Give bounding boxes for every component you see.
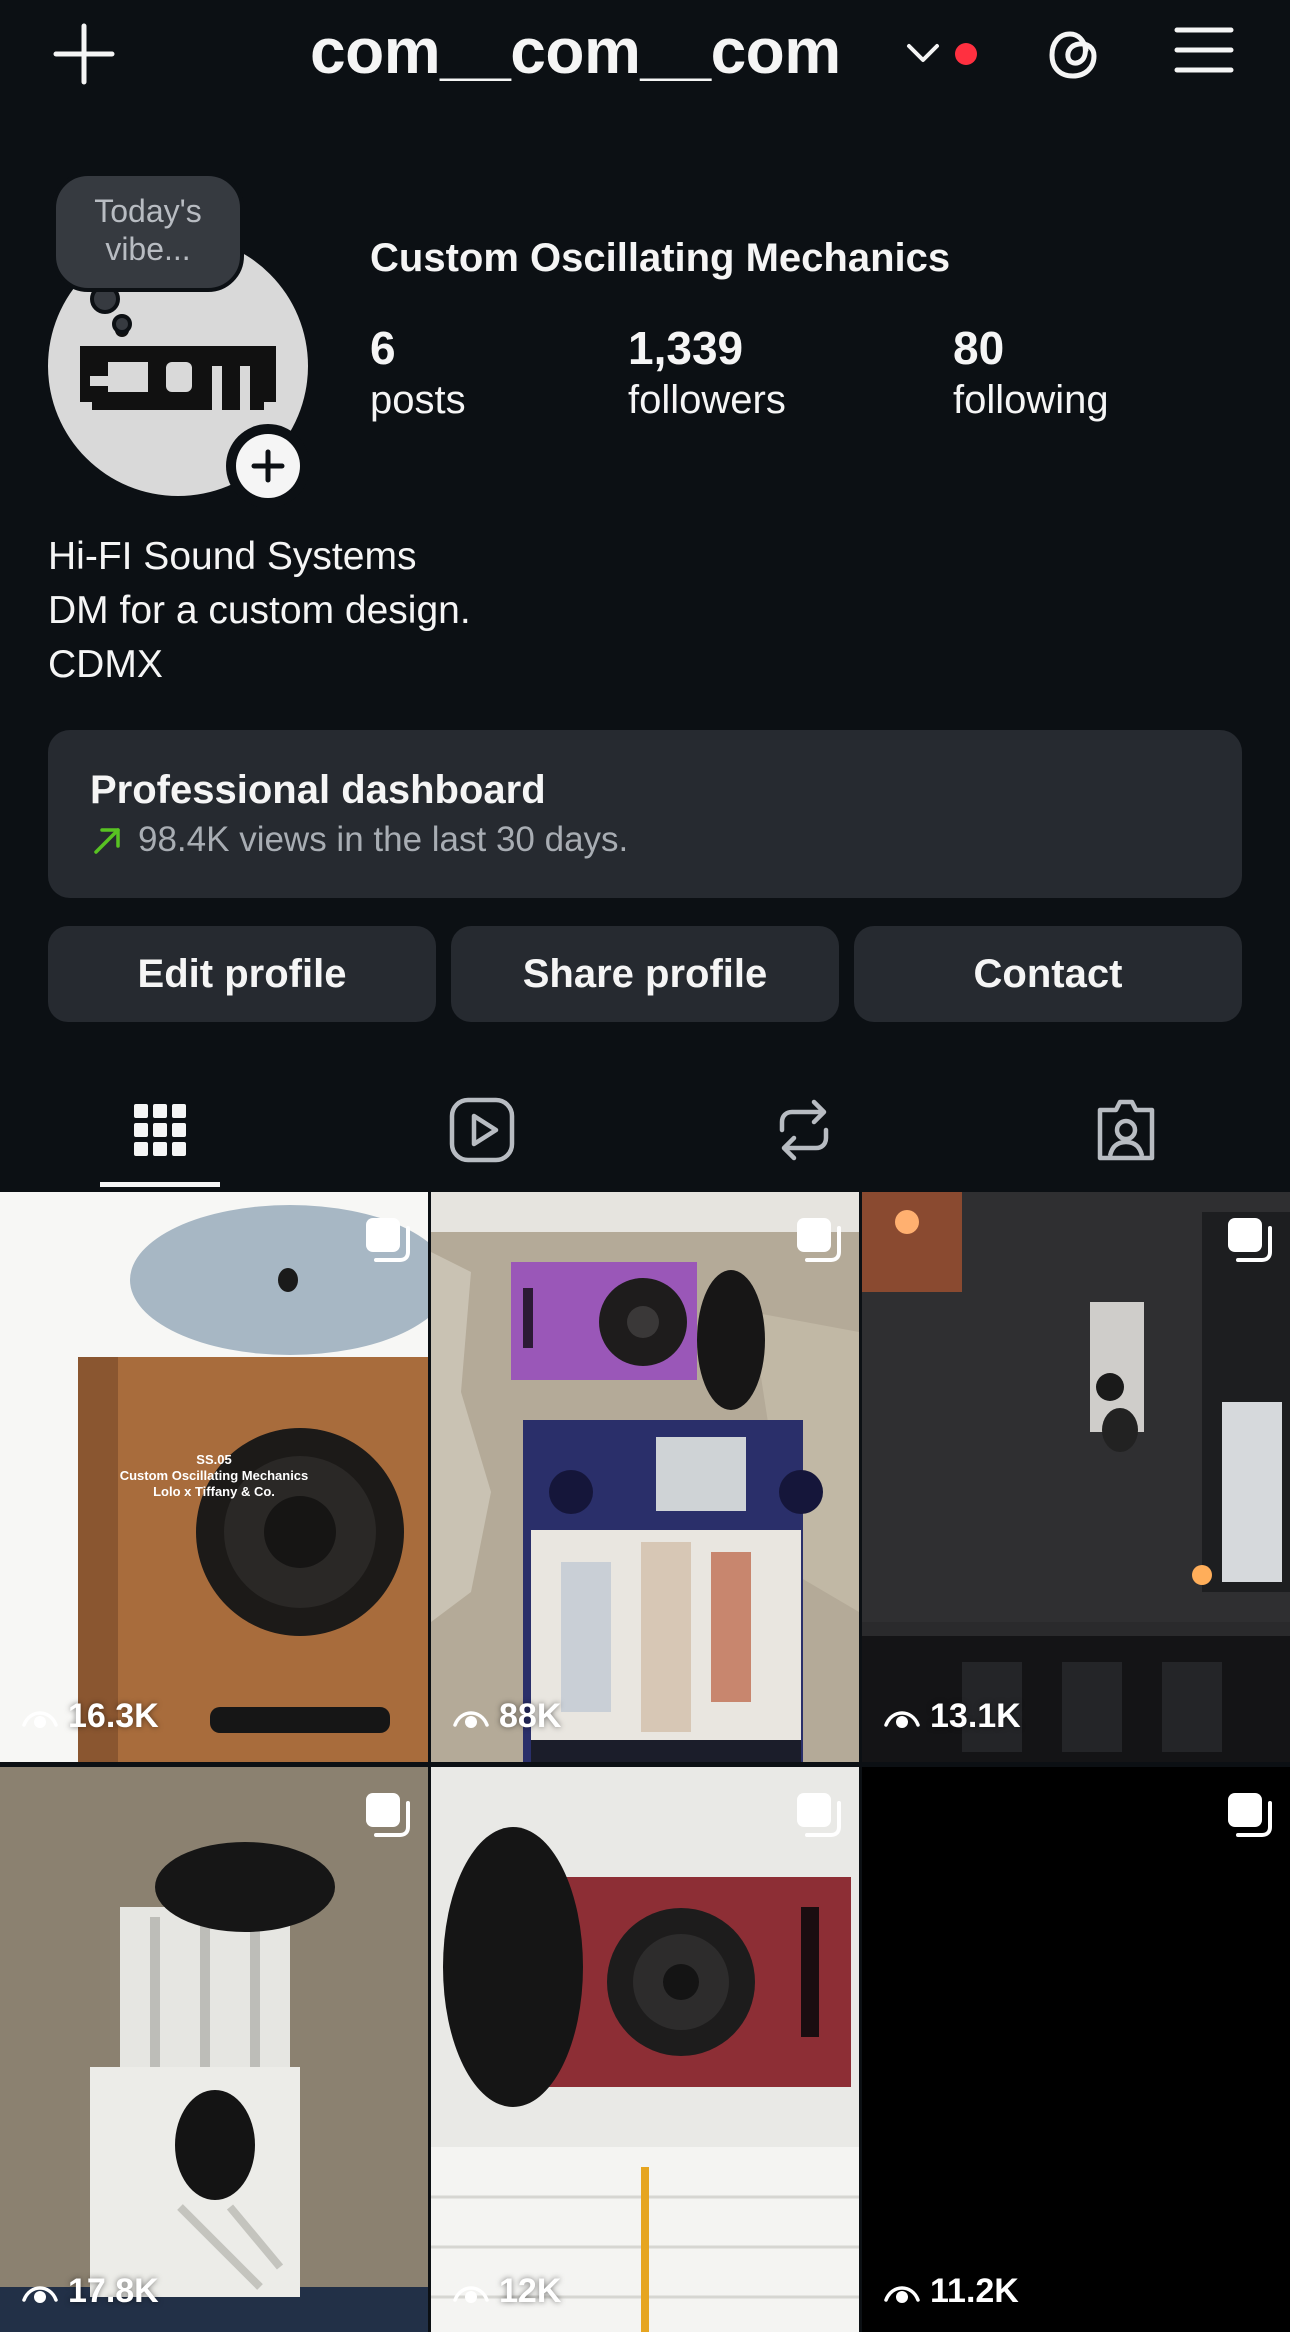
carousel-icon [366,1218,410,1262]
active-tab-indicator [100,1182,220,1187]
eye-icon [453,1710,489,1728]
reposts-tab-icon[interactable] [764,1090,844,1170]
eye-icon [453,2285,489,2303]
post-thumbnail: SS.05 Custom Oscillating Mechanics Lolo … [0,1192,428,1762]
edit-profile-button[interactable]: Edit profile [48,926,436,1022]
grid-tab-icon[interactable] [120,1090,200,1170]
post-tile[interactable]: 88K [431,1192,859,1762]
followers-count[interactable]: 1,339 followers [628,322,786,426]
chevron-down-icon[interactable] [903,38,943,68]
bio-line: Hi-FI Sound Systems [48,535,417,578]
carousel-icon [1228,1793,1272,1837]
post-caption-line: Lolo x Tiffany & Co. [153,1484,275,1499]
post-thumbnail [431,1767,859,2332]
post-tile[interactable]: 11.2K [862,1767,1290,2332]
eye-icon [22,1710,58,1728]
posts-count: 6 posts [370,322,466,422]
post-tile[interactable]: 13.1K [862,1192,1290,1762]
eye-icon [884,1710,920,1728]
dashboard-title: Professional dashboard [90,768,546,812]
post-thumbnail [862,1192,1290,1762]
create-icon[interactable] [52,22,116,86]
eye-icon [884,2285,920,2303]
view-count: 17.8K [22,2272,159,2311]
view-count: 11.2K [884,2272,1019,2311]
bio-line: CDMX [48,643,163,686]
threads-icon[interactable] [1040,20,1106,88]
carousel-icon [1228,1218,1272,1262]
top-bar: com__com__com [0,0,1290,110]
menu-icon[interactable] [1173,24,1235,76]
note-text: Today's vibe... [94,193,202,267]
trend-up-arrow-icon [94,828,120,854]
post-tile[interactable]: 17.8K [0,1767,428,2332]
post-caption-line: Custom Oscillating Mechanics [120,1468,309,1483]
bio-line: DM for a custom design. [48,589,471,632]
carousel-icon [366,1793,410,1837]
profile-full-name: Custom Oscillating Mechanics [370,236,951,280]
post-thumbnail [0,1767,428,2332]
add-story-button[interactable] [226,424,310,508]
notification-dot [955,43,977,65]
view-count: 16.3K [22,1697,159,1736]
post-tile[interactable]: SS.05 Custom Oscillating Mechanics Lolo … [0,1192,428,1762]
eye-icon [22,2285,58,2303]
tagged-tab-icon[interactable] [1086,1090,1166,1170]
com-logo-icon [80,323,276,410]
carousel-icon [797,1793,841,1837]
post-tile[interactable]: 12K [431,1767,859,2332]
profile-tabs [0,1072,1290,1192]
view-count: 88K [453,1697,561,1736]
post-caption-line: SS.05 [196,1452,231,1467]
dashboard-subtitle: 98.4K views in the last 30 days. [138,820,629,859]
reels-tab-icon[interactable] [442,1090,522,1170]
following-count[interactable]: 80 following [953,322,1109,426]
note-bubble[interactable]: Today's vibe... [52,172,244,334]
view-count: 13.1K [884,1697,1021,1736]
post-thumbnail [431,1192,859,1762]
username-switcher[interactable]: com__com__com [310,14,841,88]
carousel-icon [797,1218,841,1262]
professional-dashboard-card[interactable]: Professional dashboard 98.4K views in th… [48,730,1242,898]
plus-icon [251,449,285,483]
bio: Hi-FI Sound Systems DM for a custom desi… [48,530,471,692]
view-count: 12K [453,2272,561,2311]
share-profile-button[interactable]: Share profile [451,926,839,1022]
contact-button[interactable]: Contact [854,926,1242,1022]
